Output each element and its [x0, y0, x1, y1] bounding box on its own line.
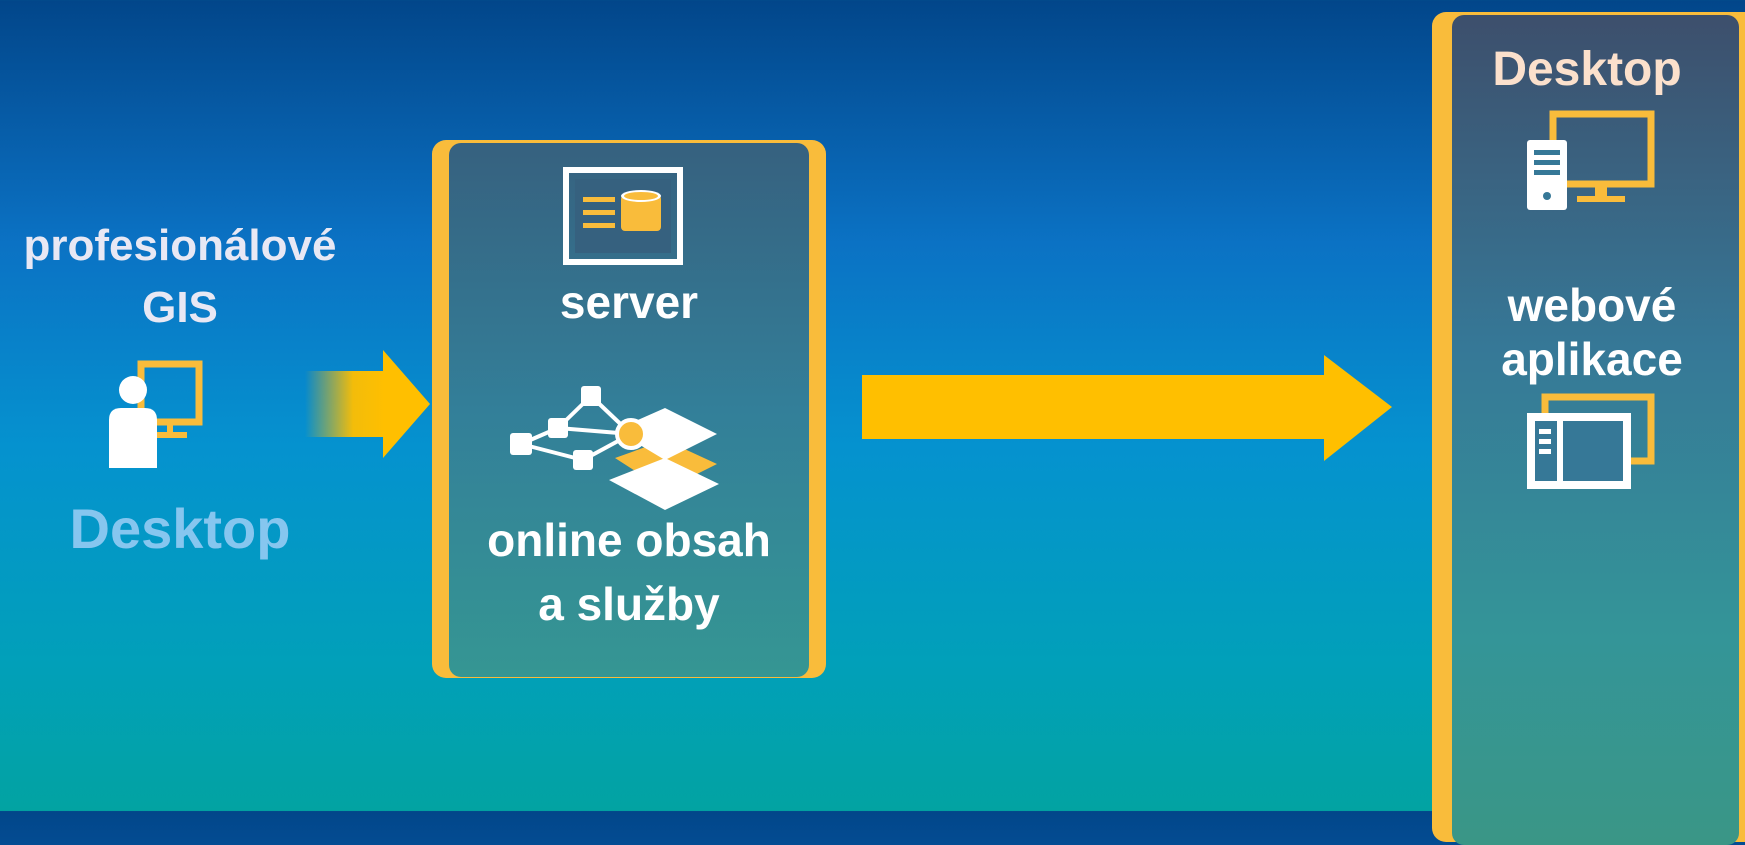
client-desktop-label: Desktop	[1492, 43, 1682, 96]
online-content-label: online obsah a služby	[449, 508, 809, 636]
user-at-desktop-icon	[109, 360, 203, 468]
web-app-icon	[1527, 393, 1655, 489]
pro-gis-title: profesionálové GIS	[0, 215, 360, 339]
online-content-line1: online obsah	[487, 514, 771, 566]
desktop-computer-icon	[1527, 110, 1655, 210]
web-apps-line2: aplikace	[1501, 333, 1683, 385]
online-content-line2: a služby	[538, 578, 720, 630]
network-layers-icon	[510, 386, 719, 510]
server-label: server	[559, 276, 699, 328]
pro-gis-title-line2: GIS	[142, 283, 218, 332]
web-apps-line1: webové	[1507, 279, 1677, 331]
web-apps-label: webové aplikace	[1452, 278, 1732, 386]
pro-gis-desktop-label: Desktop	[69, 497, 291, 560]
pro-gis-title-line1: profesionálové	[23, 221, 337, 270]
big-arrow	[862, 355, 1392, 461]
server-icon	[563, 167, 683, 265]
fade-arrow	[305, 350, 430, 458]
